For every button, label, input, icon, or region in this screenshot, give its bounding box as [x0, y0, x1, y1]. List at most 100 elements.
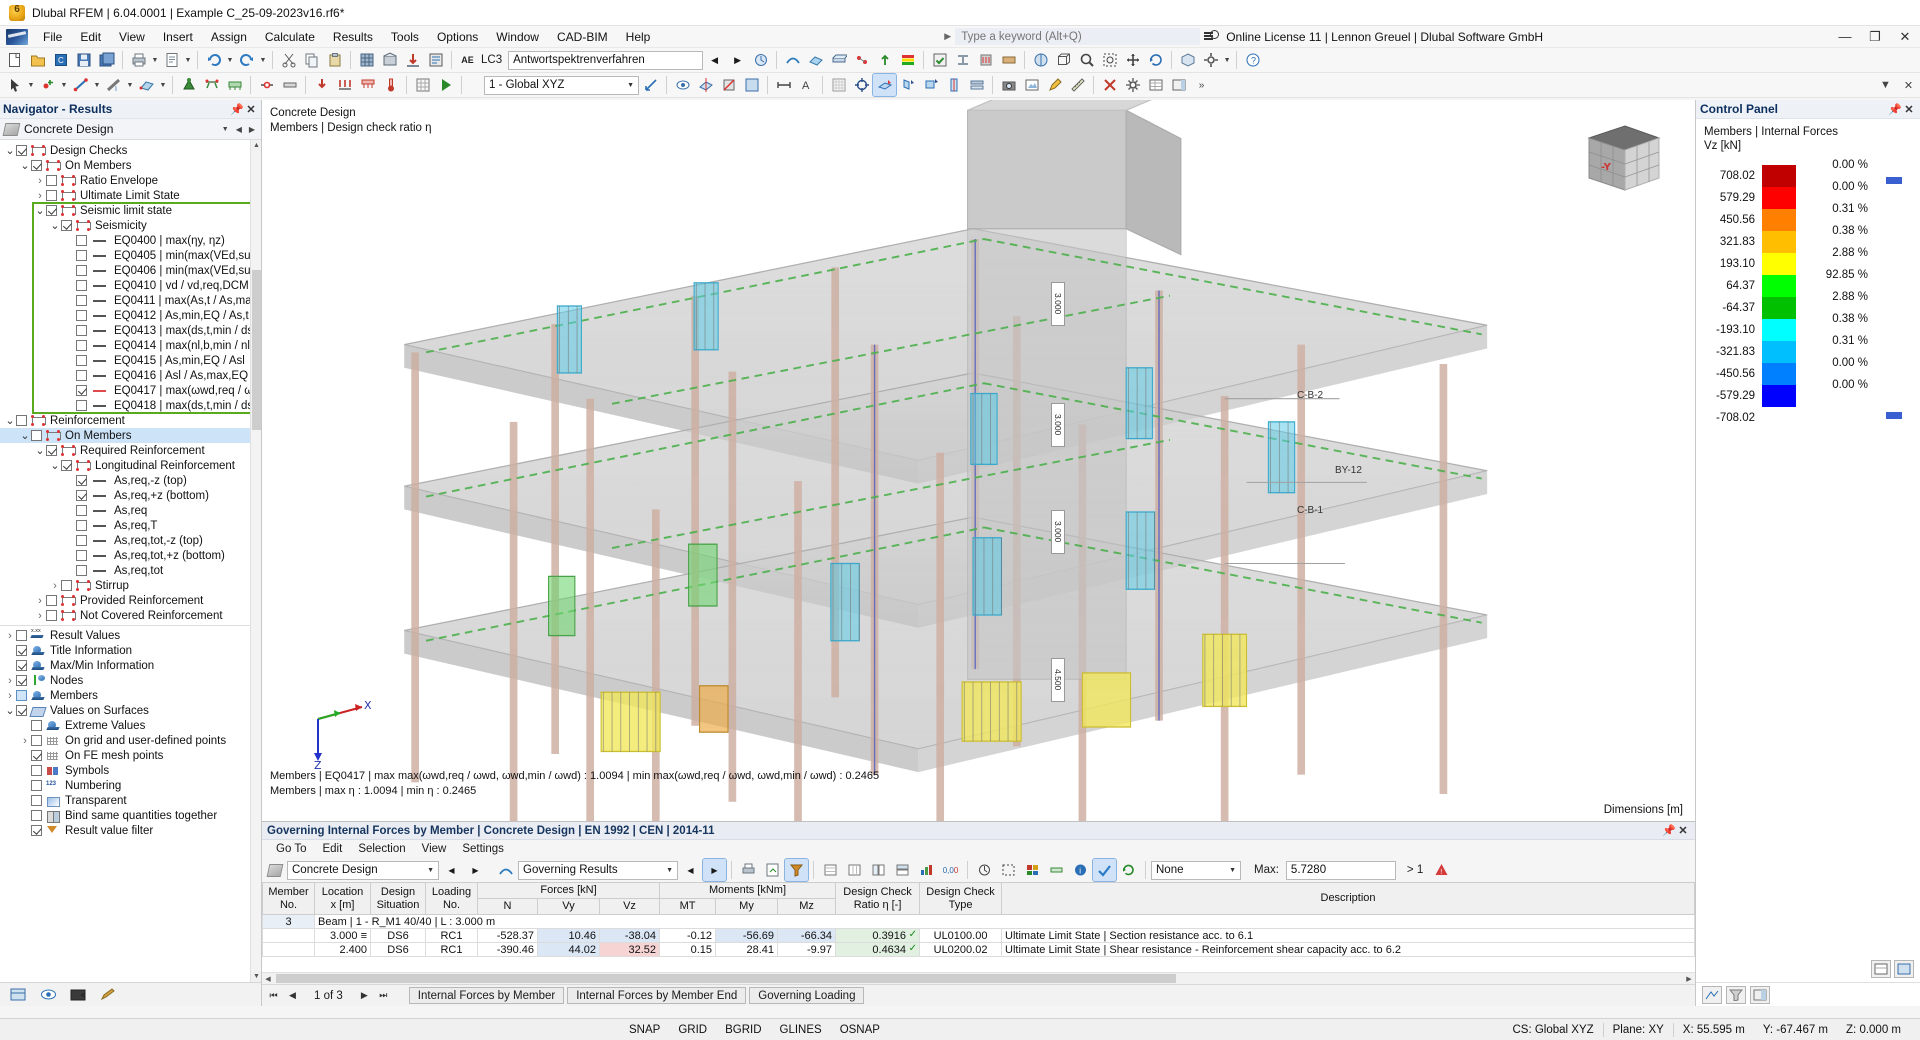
navigator-item-not-covered-reinforcement[interactable]: ›Not Covered Reinforcement — [0, 608, 261, 623]
legend-row[interactable]: -708.02 — [1704, 407, 1912, 429]
load-area-icon[interactable] — [356, 74, 379, 96]
navigator-item-ratio-envelope[interactable]: ›Ratio Envelope — [0, 173, 261, 188]
chevron-down-icon[interactable]: ⌄ — [4, 418, 16, 424]
tab-internal-forces-by-member-end[interactable]: Internal Forces by Member End — [567, 987, 746, 1004]
line-support-icon[interactable] — [200, 74, 223, 96]
th-loading-no[interactable]: Loading No. — [426, 883, 478, 915]
minimize-button[interactable]: — — [1830, 25, 1860, 49]
legend-top-marker[interactable] — [1886, 177, 1902, 184]
chevron-right-icon[interactable]: › — [49, 580, 61, 592]
chevron-down-icon[interactable]: ⌄ — [19, 163, 31, 169]
navigator-module-combo[interactable]: Concrete Design ▼ ◀ ▶ — [0, 119, 261, 140]
menu-edit[interactable]: Edit — [71, 28, 110, 46]
navigator-checkbox-eq0416[interactable] — [76, 370, 87, 381]
chevron-down-icon[interactable]: ▼ — [222, 126, 229, 133]
navigator-item-on-members[interactable]: ⌄On Members — [0, 158, 261, 173]
structural-model-3d[interactable] — [262, 100, 1695, 821]
view-iso-icon[interactable] — [1176, 49, 1199, 71]
node-insert-icon[interactable] — [36, 74, 59, 96]
new-file-icon[interactable] — [3, 49, 26, 71]
rotate-icon[interactable] — [1144, 49, 1167, 71]
undo-dropdown-icon[interactable]: ▼ — [225, 49, 235, 71]
results-prev-icon[interactable]: ◀ — [440, 859, 463, 881]
nav-prev-icon[interactable]: ◀ — [234, 125, 244, 134]
color-legend[interactable]: 708.020.00 %579.290.00 %450.560.31 %321.… — [1704, 165, 1912, 429]
chevron-down-icon[interactable]: ⌄ — [49, 463, 61, 469]
save-icon[interactable] — [72, 49, 95, 71]
th-mz[interactable]: Mz — [778, 899, 836, 915]
navigator-checkbox-longitudinal-reinforcement[interactable] — [61, 460, 72, 471]
navigator-item-provided-reinforcement[interactable]: ›Provided Reinforcement — [0, 593, 261, 608]
render-icon[interactable] — [1029, 49, 1052, 71]
table-highlight-icon[interactable] — [1093, 859, 1116, 881]
last-page-icon[interactable]: ⏭ — [376, 988, 391, 1004]
navigator-item-on-grid-and-user-defined-points[interactable]: ›On grid and user-defined points — [0, 733, 261, 748]
hscroll-right-icon[interactable]: ▶ — [1683, 973, 1695, 985]
menu-results[interactable]: Results — [324, 28, 382, 46]
navigator-checkbox-bind-same-quantities-together[interactable] — [31, 810, 42, 821]
th-n[interactable]: N — [478, 899, 538, 915]
navigator-item-extreme-values[interactable]: Extreme Values — [0, 718, 261, 733]
visibility-icon[interactable] — [671, 74, 694, 96]
navigator-checkbox-result-values[interactable] — [16, 630, 27, 641]
clipping-plane-icon[interactable] — [694, 74, 717, 96]
navigator-checkbox-as-req-z-top[interactable] — [76, 475, 87, 486]
next-case-icon[interactable]: ▶ — [726, 49, 749, 71]
scroll-down-icon[interactable]: ▼ — [251, 971, 261, 982]
control-panel-close-icon[interactable]: ✕ — [1902, 103, 1916, 116]
navigator-item-title-information[interactable]: Title Information — [0, 643, 261, 658]
th-member-no[interactable]: Member No. — [263, 883, 315, 915]
navigator-checkbox-eq0415[interactable] — [76, 355, 87, 366]
navigator-checkbox-title-information[interactable] — [16, 645, 27, 656]
navigator-item-stirrup[interactable]: ›Stirrup — [0, 578, 261, 593]
navigator-item-eq0414[interactable]: EQ0414 | max(nl,b,min / nl,min, ds,m… — [0, 338, 261, 353]
help-toolbar-icon[interactable]: ? — [1241, 49, 1264, 71]
calculate-run-icon[interactable] — [434, 74, 457, 96]
copy-icon[interactable] — [300, 49, 323, 71]
redo-dropdown-icon[interactable]: ▼ — [258, 49, 268, 71]
load-line-icon[interactable] — [333, 74, 356, 96]
table-refresh-icon[interactable] — [1117, 859, 1140, 881]
surface-dropdown-icon[interactable]: ▼ — [158, 74, 168, 96]
navigator-item-reinf-on-members[interactable]: ⌄On Members — [0, 428, 261, 443]
chevron-down-icon[interactable]: ⌄ — [4, 148, 16, 154]
license-search-icon[interactable] — [1204, 30, 1219, 43]
table-group-icon[interactable] — [891, 859, 914, 881]
view-dropdown-icon[interactable]: ▼ — [1222, 49, 1232, 71]
navigator-item-seismicity[interactable]: ⌄Seismicity — [0, 218, 261, 233]
select-dropdown-icon[interactable]: ▼ — [26, 74, 36, 96]
navigator-checkbox-extreme-values[interactable] — [31, 720, 42, 731]
results-close-icon[interactable]: ✕ — [1676, 824, 1690, 837]
rigid-link-icon[interactable] — [278, 74, 301, 96]
mesh-icon[interactable] — [411, 74, 434, 96]
report-dropdown-icon[interactable]: ▼ — [183, 49, 193, 71]
members-result-icon[interactable] — [827, 49, 850, 71]
menu-tools[interactable]: Tools — [382, 28, 428, 46]
wireframe-icon[interactable] — [1052, 49, 1075, 71]
status-glines[interactable]: GLINES — [771, 1019, 831, 1040]
navigator-checkbox-eq0414[interactable] — [76, 340, 87, 351]
navigator-checkbox-on-grid-and-user-defined-points[interactable] — [31, 735, 42, 746]
select-arrow-icon[interactable] — [3, 74, 26, 96]
concrete-design-icon[interactable] — [974, 49, 997, 71]
menu-options[interactable]: Options — [428, 28, 487, 46]
status-bgrid[interactable]: BGRID — [716, 1019, 770, 1040]
menu-assign[interactable]: Assign — [202, 28, 256, 46]
legend-settings-icon[interactable] — [1871, 960, 1891, 978]
navigator-item-numbering[interactable]: Numbering — [0, 778, 261, 793]
navigator-checkbox-max-min-information[interactable] — [16, 660, 27, 671]
coordinate-system-combo[interactable]: 1 - Global XYZ ▼ — [484, 76, 639, 95]
blue-doc-icon[interactable]: C — [49, 49, 72, 71]
grid-toggle-icon[interactable] — [827, 74, 850, 96]
filter-values-icon[interactable] — [785, 859, 808, 881]
navigator-checkbox-as-req-tot-z-top[interactable] — [76, 535, 87, 546]
th-my[interactable]: My — [716, 899, 778, 915]
navigator-item-as-req-z-top[interactable]: As,req,-z (top) — [0, 473, 261, 488]
camera-icon[interactable] — [997, 74, 1020, 96]
navigator-item-nodes[interactable]: ›Nodes — [0, 673, 261, 688]
th-ratio[interactable]: Design Check Ratio η [-] — [836, 883, 920, 915]
navigator-item-eq0415[interactable]: EQ0415 | As,min,EQ / Asl — [0, 353, 261, 368]
table-ratio-icon[interactable] — [1045, 859, 1068, 881]
results-menu-selection[interactable]: Selection — [350, 842, 413, 856]
load-force-icon[interactable] — [310, 74, 333, 96]
